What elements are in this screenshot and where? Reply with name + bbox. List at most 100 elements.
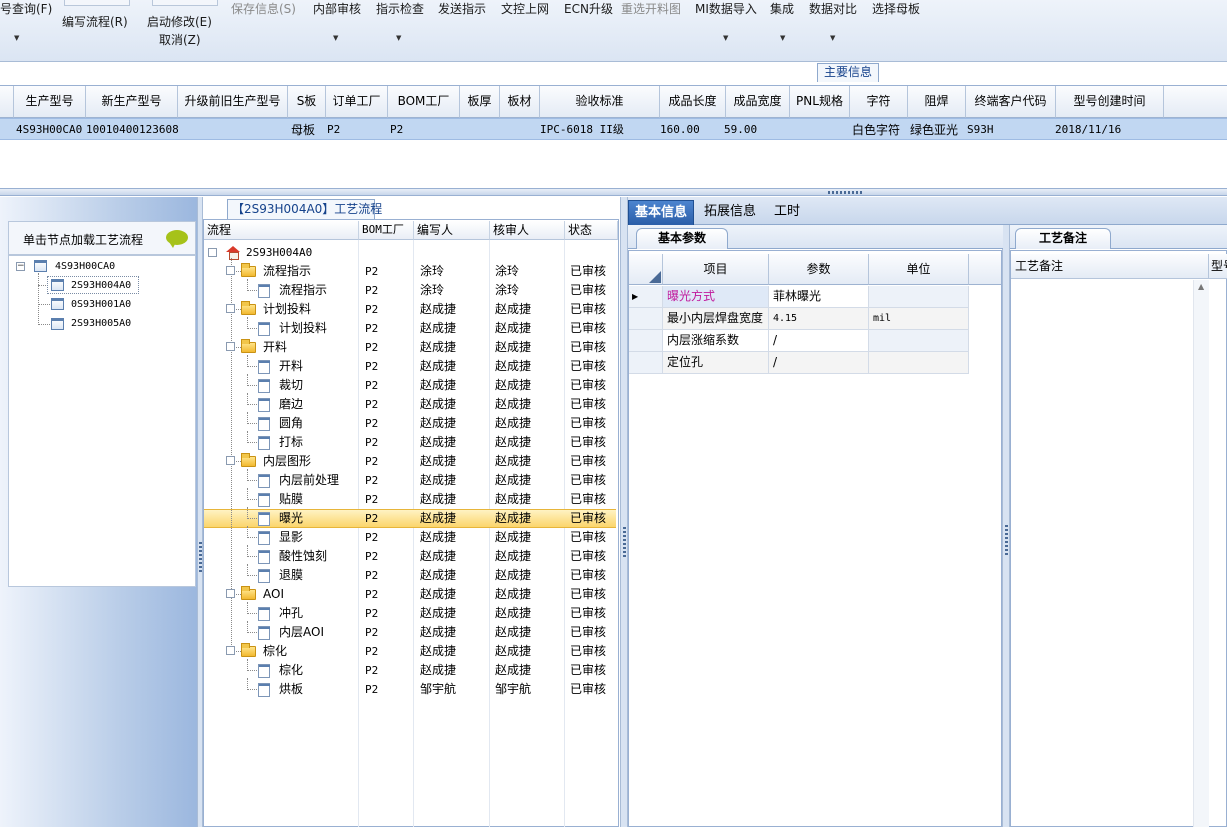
param-unit[interactable]: mil [869,308,969,330]
process-step-name[interactable]: 烘板 [279,680,303,699]
bom-factory-cell[interactable]: P2 [365,357,378,376]
reviewer-cell[interactable]: 赵成捷 [495,490,531,509]
internal-review-button[interactable]: 内部审核 [313,0,361,17]
status-cell[interactable]: 已审核 [570,604,606,623]
col-header[interactable]: 验收标准 [540,86,660,118]
reviewer-cell[interactable]: 赵成捷 [495,547,531,566]
bom-factory-cell[interactable]: P2 [365,300,378,319]
process-step-name[interactable]: 酸性蚀刻 [279,547,327,566]
collapse-icon[interactable] [226,342,235,351]
writer-cell[interactable]: 赵成捷 [420,300,456,319]
process-step-name[interactable]: 开料 [279,357,303,376]
status-cell[interactable]: 已审核 [570,395,606,414]
status-cell[interactable]: 已审核 [570,547,606,566]
cell-s-board[interactable]: 母板 [291,119,315,141]
bom-factory-cell[interactable]: P2 [365,661,378,680]
bom-factory-cell[interactable]: P2 [365,452,378,471]
status-cell[interactable]: 已审核 [570,680,606,699]
reviewer-cell[interactable]: 赵成捷 [495,585,531,604]
col-header[interactable]: 新生产型号 [86,86,178,118]
writer-cell[interactable]: 赵成捷 [420,471,456,490]
process-step-name[interactable]: 曝光 [279,509,303,528]
tree-node-root[interactable]: 4S93H00CA0 [55,261,115,272]
reviewer-cell[interactable]: 赵成捷 [495,395,531,414]
bom-factory-cell[interactable]: P2 [365,547,378,566]
writer-cell[interactable]: 赵成捷 [420,566,456,585]
collapse-icon[interactable] [208,248,217,257]
col-header[interactable]: 型号 [1209,254,1227,279]
process-step-name[interactable]: 棕化 [279,661,303,680]
writer-cell[interactable]: 赵成捷 [420,452,456,471]
writer-cell[interactable]: 涂玲 [420,262,444,281]
bom-factory-cell[interactable]: P2 [365,376,378,395]
reviewer-cell[interactable]: 赵成捷 [495,509,531,528]
collapse-icon[interactable] [226,646,235,655]
writer-cell[interactable]: 赵成捷 [420,642,456,661]
start-edit-button[interactable]: 启动修改(E) [147,13,212,30]
collapse-icon[interactable] [226,304,235,313]
col-header[interactable]: 状态 [565,221,618,240]
writer-cell[interactable]: 赵成捷 [420,395,456,414]
col-header[interactable]: BOM工厂 [388,86,460,118]
scroll-up-icon[interactable]: ▲ [1198,282,1204,291]
col-header[interactable]: 项目 [663,254,769,285]
doc-online-button[interactable]: 文控上网 [501,0,549,17]
col-header[interactable]: 升级前旧生产型号 [178,86,288,118]
bom-factory-cell[interactable]: P2 [365,680,378,699]
writer-cell[interactable]: 赵成捷 [420,509,456,528]
param-value[interactable]: 4.15 [769,308,869,330]
tree-node-child[interactable]: 2S93H004A0 [71,280,131,291]
col-header[interactable]: 型号创建时间 [1056,86,1164,118]
splitter-grip-icon[interactable] [199,542,202,572]
cell-char[interactable]: 白色字符 [852,119,900,141]
writer-cell[interactable]: 赵成捷 [420,604,456,623]
col-header[interactable]: PNL规格 [790,86,850,118]
param-unit[interactable] [869,286,969,308]
param-unit[interactable] [869,352,969,374]
reviewer-cell[interactable]: 赵成捷 [495,319,531,338]
writer-cell[interactable]: 赵成捷 [420,414,456,433]
status-cell[interactable]: 已审核 [570,585,606,604]
reviewer-cell[interactable]: 赵成捷 [495,566,531,585]
reviewer-cell[interactable]: 赵成捷 [495,661,531,680]
bom-factory-cell[interactable]: P2 [365,509,378,528]
status-cell[interactable]: 已审核 [570,566,606,585]
row-indicator[interactable] [629,330,663,352]
send-instruction-button[interactable]: 发送指示 [438,0,486,17]
status-cell[interactable]: 已审核 [570,300,606,319]
cell-solder[interactable]: 绿色亚光 [910,119,958,141]
writer-cell[interactable]: 赵成捷 [420,338,456,357]
integrate-button[interactable]: 集成 [770,0,794,17]
reviewer-cell[interactable]: 赵成捷 [495,300,531,319]
write-flow-button[interactable]: 编写流程(R) [62,13,128,30]
writer-cell[interactable]: 赵成捷 [420,528,456,547]
cell-width[interactable]: 59.00 [724,119,757,141]
status-cell[interactable]: 已审核 [570,376,606,395]
dropdown-arrow-icon[interactable]: ▼ [396,34,401,42]
reviewer-cell[interactable]: 赵成捷 [495,528,531,547]
status-cell[interactable]: 已审核 [570,490,606,509]
check-instruction-button[interactable]: 指示检查 [376,0,424,17]
col-header[interactable]: 单位 [869,254,969,285]
col-header[interactable]: BOM工厂 [359,221,414,240]
select-mother-board-button[interactable]: 选择母板 [872,0,920,17]
process-step-name[interactable]: 显影 [279,528,303,547]
process-group-name[interactable]: 流程指示 [263,262,311,281]
status-cell[interactable]: 已审核 [570,509,606,528]
tab-basic-params[interactable]: 基本参数 [636,228,728,249]
cell-prod-model[interactable]: 4S93H00CA0 [16,119,82,141]
status-cell[interactable]: 已审核 [570,661,606,680]
process-step-name[interactable]: 内层前处理 [279,471,339,490]
status-cell[interactable]: 已审核 [570,642,606,661]
process-group-name[interactable]: AOI [263,585,284,604]
writer-cell[interactable]: 赵成捷 [420,319,456,338]
process-step-name[interactable]: 计划投料 [279,319,327,338]
reviewer-cell[interactable]: 赵成捷 [495,471,531,490]
col-header[interactable]: 生产型号 [14,86,86,118]
bom-factory-cell[interactable]: P2 [365,433,378,452]
col-header[interactable]: 终端客户代码 [966,86,1056,118]
col-header[interactable]: 流程 [204,221,359,240]
col-header[interactable]: 成品长度 [660,86,726,118]
save-info-button[interactable]: 保存信息(S) [231,0,296,17]
main-info-tab[interactable]: 主要信息 [817,63,879,82]
